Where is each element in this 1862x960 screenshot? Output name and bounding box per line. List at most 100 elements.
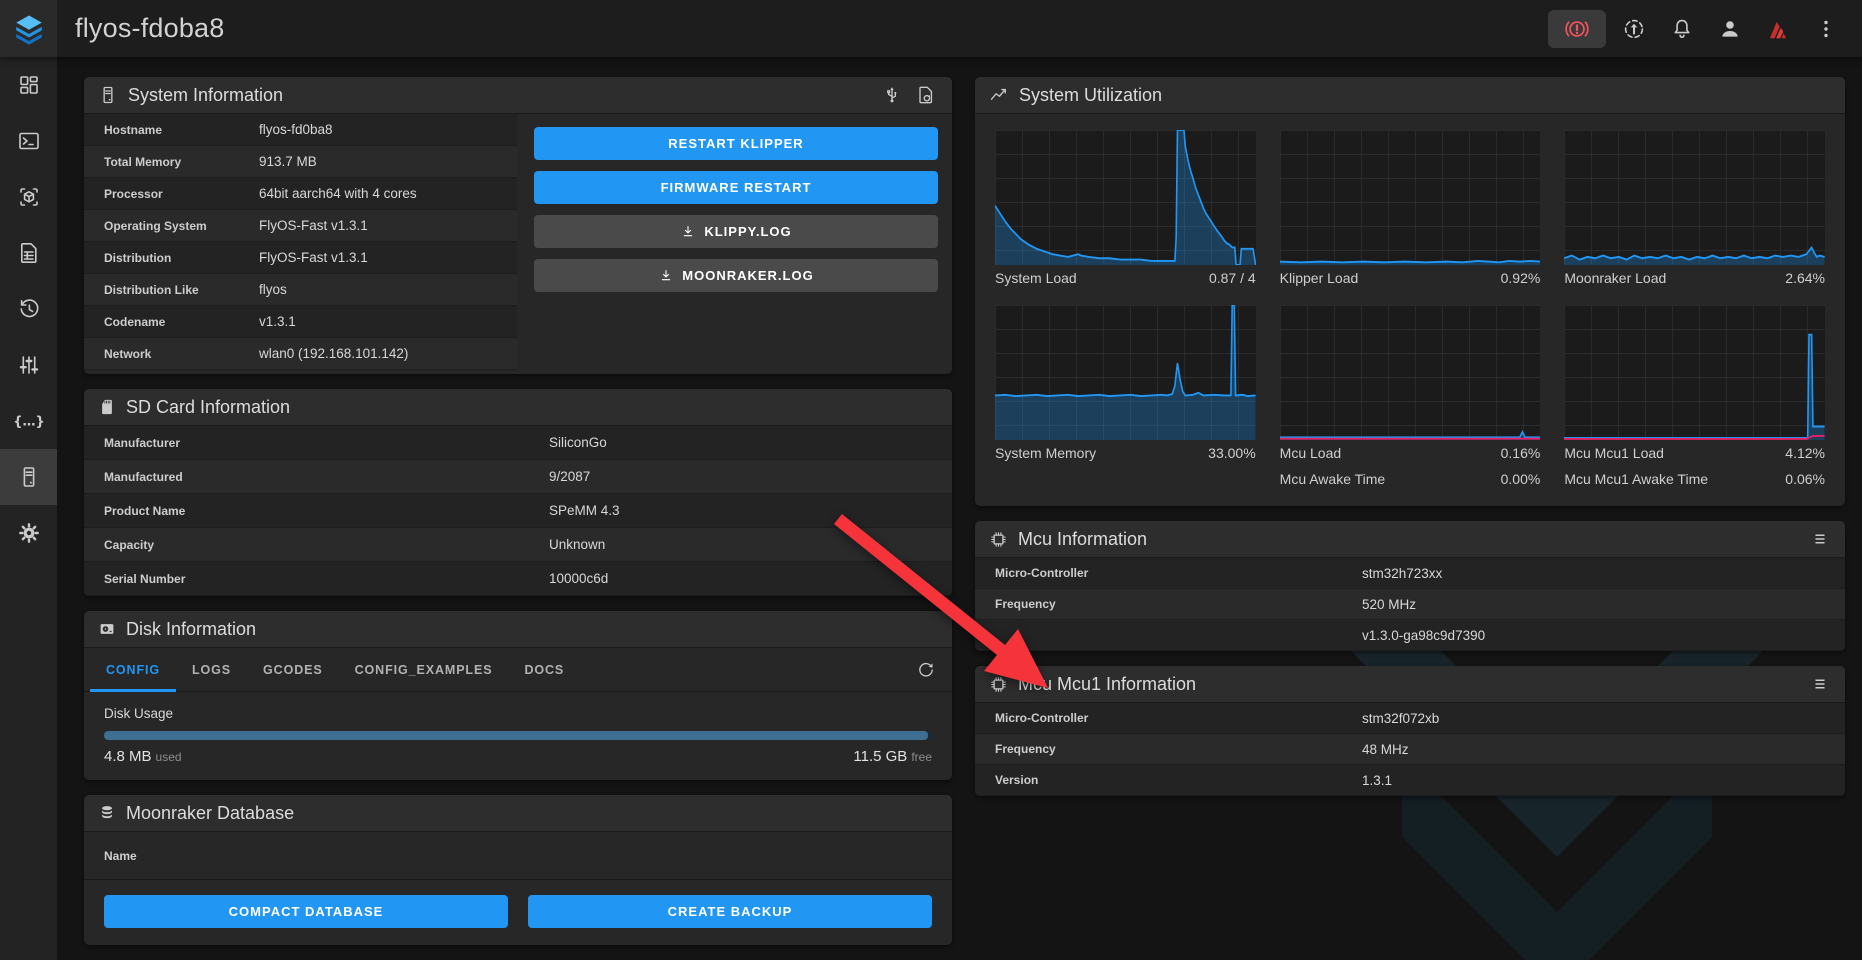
page-title: flyos-fdoba8 [75, 13, 225, 44]
panel-title: Moonraker Database [126, 803, 294, 824]
fly-logo-icon [12, 12, 46, 46]
chart-metric-value: 0.87 / 4 [1209, 270, 1256, 286]
mcu1-information-panel: Mcu Mcu1 Information Micro-Controllerstm… [975, 666, 1845, 796]
chart-metric-label: Mcu Mcu1 Load [1564, 445, 1664, 461]
sidebar-item-history[interactable] [0, 281, 57, 337]
row-value: FlyOS-Fast v1.3.1 [259, 218, 368, 233]
emergency-stop-button[interactable] [1548, 10, 1606, 48]
overflow-menu-button[interactable] [1806, 9, 1846, 49]
row-label: Serial Number [84, 572, 549, 586]
progress-upload-icon [1622, 17, 1646, 41]
system-information-table: Hostnameflyos-fd0ba8Total Memory913.7 MB… [84, 114, 517, 370]
mcu-information-header: Mcu Information [975, 521, 1845, 558]
chart-cell: Mcu Load0.16%Mcu Awake Time0.00% [1280, 305, 1541, 492]
usb-icon [882, 85, 902, 105]
sidebar-item-dashboard[interactable] [0, 57, 57, 113]
app-logo[interactable] [0, 0, 57, 57]
sidebar-item-tune[interactable] [0, 337, 57, 393]
compact-database-button[interactable]: COMPACT DATABASE [104, 895, 508, 928]
chip-icon [989, 675, 1008, 694]
restart-klipper-button[interactable]: RESTART KLIPPER [534, 127, 938, 160]
usb-devices-button[interactable] [880, 83, 904, 107]
file-sync-button[interactable] [914, 83, 938, 107]
row-value: v1.3.1 [259, 314, 296, 329]
refresh-button[interactable] [914, 658, 946, 682]
tab-docs[interactable]: DOCS [508, 648, 580, 692]
sidebar-item-console[interactable] [0, 113, 57, 169]
create-backup-button[interactable]: CREATE BACKUP [528, 895, 932, 928]
table-row: Micro-Controllerstm32f072xb [975, 703, 1845, 734]
moonraker-log-button[interactable]: MOONRAKER.LOG [534, 259, 938, 292]
firmware-restart-button[interactable]: FIRMWARE RESTART [534, 171, 938, 204]
system-information-panel: System Information [84, 77, 952, 374]
chart-metric-label: Mcu Mcu1 Awake Time [1564, 471, 1708, 487]
sd-card-header: SD Card Information [84, 389, 952, 426]
server-icon [98, 85, 118, 105]
klipper-logo-icon [1765, 16, 1791, 42]
tab-config[interactable]: CONFIG [90, 648, 176, 692]
sparkline-chart [1280, 130, 1541, 265]
file-refresh-icon [916, 85, 936, 105]
row-value: flyos [259, 282, 287, 297]
tab-config_examples[interactable]: CONFIG_EXAMPLES [339, 648, 509, 692]
row-value: 64bit aarch64 with 4 cores [259, 186, 417, 201]
sidebar-item-settings[interactable] [0, 505, 57, 561]
mcu-menu-button[interactable] [1809, 528, 1831, 550]
row-label: Capacity [84, 538, 549, 552]
gear-icon [17, 521, 41, 545]
utilization-chart-grid: System Load0.87 / 4Klipper Load0.92%Moon… [975, 114, 1845, 506]
sidebar-item-gcode-preview[interactable] [0, 169, 57, 225]
chart-metric-value: 0.92% [1501, 270, 1541, 286]
row-label: Distribution Like [84, 283, 259, 297]
chart-metric-label: Mcu Awake Time [1280, 471, 1386, 487]
klippy-log-button[interactable]: KLIPPY.LOG [534, 215, 938, 248]
database-icon [98, 804, 116, 822]
table-row: DistributionFlyOS-Fast v1.3.1 [84, 242, 517, 274]
mcu1-menu-button[interactable] [1809, 673, 1831, 695]
table-row: Distribution Likeflyos [84, 274, 517, 306]
row-value: 1.3.1 [1362, 773, 1392, 788]
row-label: Network [84, 347, 259, 361]
klipper-status-logo[interactable] [1758, 9, 1798, 49]
chart-metric-value: 4.12% [1785, 445, 1825, 461]
right-column: System Utilization System Load0.87 / 4Kl… [975, 77, 1845, 811]
chart-metric-value: 0.00% [1501, 471, 1541, 487]
account-icon [1718, 17, 1742, 41]
column-name: Name [104, 849, 137, 863]
sidebar-item-gcode-files[interactable] [0, 225, 57, 281]
download-icon [658, 268, 674, 284]
button-label: MOONRAKER.LOG [682, 268, 813, 283]
sidebar-item-system[interactable] [0, 449, 57, 505]
row-value: SiliconGo [549, 435, 607, 450]
system-information-header: System Information [84, 77, 952, 114]
button-label: KLIPPY.LOG [704, 224, 791, 239]
row-value: SPeMM 4.3 [549, 503, 620, 518]
disk-free-value: 11.5 GB [853, 748, 907, 765]
update-status-button[interactable] [1614, 9, 1654, 49]
chart-metric-label: System Memory [995, 445, 1096, 461]
menu-icon [1811, 675, 1829, 693]
row-label: Operating System [84, 219, 259, 233]
table-row: Operating SystemFlyOS-Fast v1.3.1 [84, 210, 517, 242]
table-row: Manufactured9/2087 [84, 460, 952, 494]
tab-gcodes[interactable]: GCODES [247, 648, 339, 692]
row-label: Product Name [84, 504, 549, 518]
cube-scan-icon [17, 185, 41, 209]
table-row: ManufacturerSiliconGo [84, 426, 952, 460]
panel-title: System Information [128, 85, 283, 106]
panel-title: SD Card Information [126, 397, 290, 418]
disk-used-suffix: used [156, 750, 182, 764]
table-row: Processor64bit aarch64 with 4 cores [84, 178, 517, 210]
disk-used-value: 4.8 MB [104, 748, 152, 765]
table-row: Frequency48 MHz [975, 734, 1845, 765]
panel-title: System Utilization [1019, 85, 1162, 106]
sidebar-item-machine-config[interactable]: {…} [0, 393, 57, 449]
row-label: Distribution [84, 251, 259, 265]
sparkline-chart [995, 305, 1256, 440]
tab-logs[interactable]: LOGS [176, 648, 247, 692]
sparkline-chart [1280, 305, 1541, 440]
system-information-body: Hostnameflyos-fd0ba8Total Memory913.7 MB… [84, 114, 952, 370]
row-label: Frequency [975, 597, 1362, 611]
notifications-button[interactable] [1662, 9, 1702, 49]
account-button[interactable] [1710, 9, 1750, 49]
